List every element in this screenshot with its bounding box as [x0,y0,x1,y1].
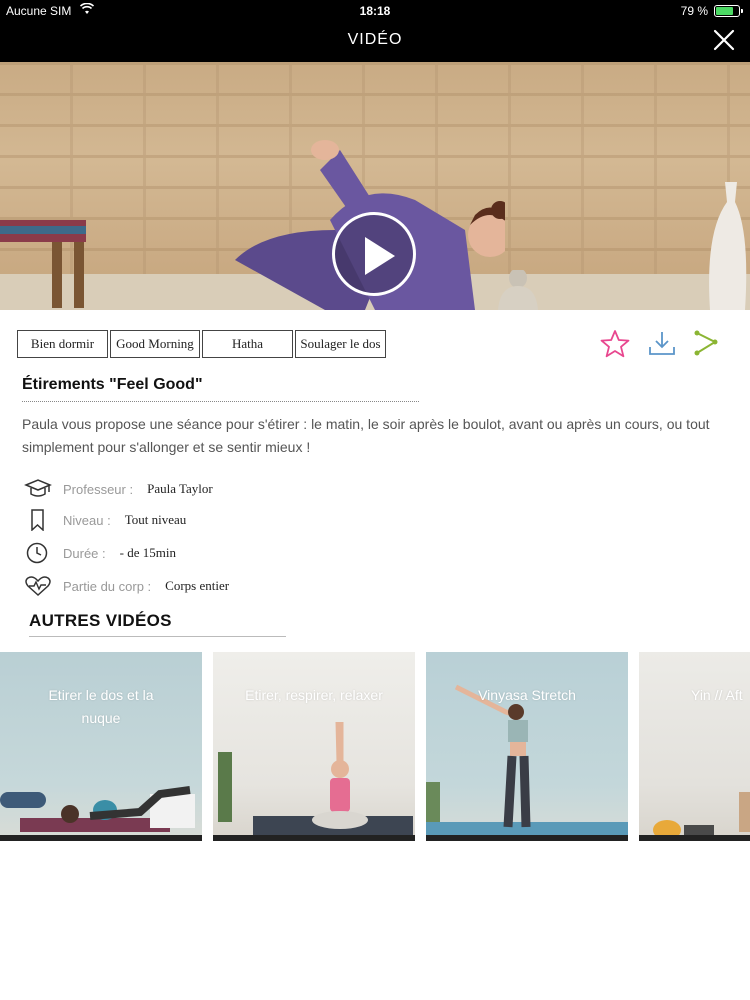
video-card-label: Vinyasa Stretch [478,687,576,703]
tag-soulager-le-dos[interactable]: Soulager le dos [295,330,386,358]
duration-label: Durée : [63,545,106,561]
clock-icon [24,542,52,564]
favorite-button[interactable] [600,329,630,359]
star-icon [600,330,630,358]
body-part-label: Partie du corp : [63,578,152,594]
video-card-etirer-respirer-relaxer[interactable]: Etirer, respirer, relaxer [213,652,415,841]
meta-level: Niveau : Tout niveau [24,508,186,532]
graduation-cap-icon [24,478,52,500]
teacher-label: Professeur : [63,481,134,497]
level-value: Tout niveau [124,512,187,527]
video-card-vinyasa-stretch[interactable]: Vinyasa Stretch [426,652,628,841]
body-part-value: Corps entier [165,578,230,593]
share-icon [694,330,718,356]
vase [709,182,747,310]
status-bar: Aucune SIM 18:18 79 % [0,0,750,22]
card-bottom-strip [639,835,750,841]
video-player[interactable] [0,62,750,310]
meta-duration: Durée : - de 15min [24,541,176,565]
title-divider [22,401,419,402]
share-button[interactable] [692,329,722,359]
video-card-etirer-dos-nuque[interactable]: Etirer le dos et la nuque [0,652,202,841]
card-bottom-strip [0,835,202,841]
bookmark-icon [24,509,52,532]
video-title: Étirements "Feel Good" [22,376,203,393]
close-icon[interactable] [712,28,736,52]
card-bottom-strip [213,835,415,841]
card-illustration [218,721,413,836]
top-bar: Aucune SIM 18:18 79 % VIDÉO [0,0,750,62]
tag-good-morning[interactable]: Good Morning [110,330,200,358]
meta-teacher: Professeur : Paula Taylor [24,477,213,501]
battery-percentage: 79 % [680,4,708,18]
download-button[interactable] [647,329,677,359]
buddha-statue [498,270,538,310]
play-icon [365,237,395,275]
card-illustration [653,792,750,840]
play-button[interactable] [332,212,416,296]
level-label: Niveau : [63,512,111,528]
bench-illustration [0,220,86,308]
tag-bien-dormir[interactable]: Bien dormir [17,330,108,358]
other-videos-divider [29,636,286,637]
duration-value: - de 15min [119,545,176,560]
card-illustration [0,786,195,832]
meta-body-part: Partie du corp : Corps entier [24,574,229,598]
video-card-label: Etirer, respirer, relaxer [245,687,383,703]
video-description: Paula vous propose une séance pour s'éti… [22,416,710,455]
card-bottom-strip [426,835,628,841]
battery-icon [714,5,743,17]
other-videos-title: AUTRES VIDÉOS [29,611,172,630]
tag-hatha[interactable]: Hatha [202,330,293,358]
heart-pulse-icon [24,575,52,597]
video-card-label: Yin // Aft [691,687,743,703]
video-card-label: Etirer le dos et la nuque [48,687,154,726]
download-icon [649,332,675,355]
status-time: 18:18 [359,4,391,18]
page-title: VIDÉO [347,31,403,48]
video-card-yin-after[interactable]: Yin // Aft [639,652,750,841]
teacher-value: Paula Taylor [147,481,213,496]
